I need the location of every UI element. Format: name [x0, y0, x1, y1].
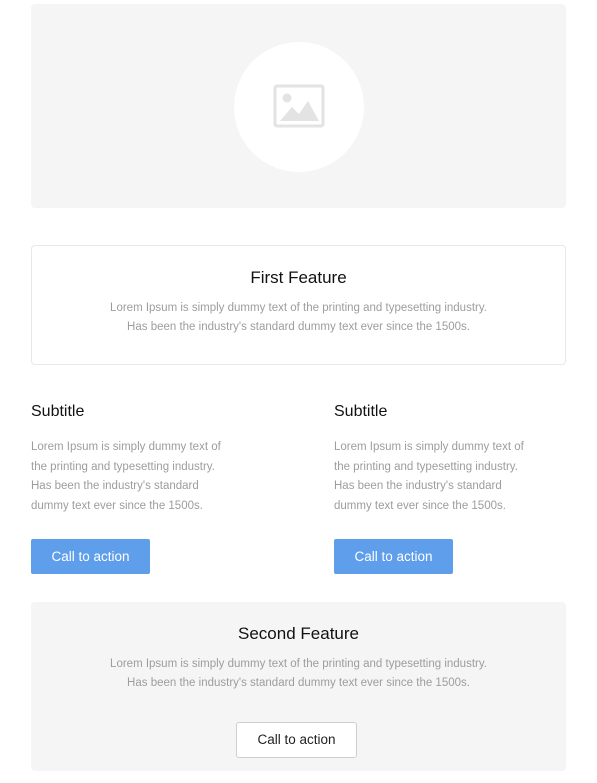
right-description-line: Lorem Ipsum is simply dummy text of: [334, 441, 524, 453]
hero-image-placeholder: [31, 4, 566, 208]
left-call-to-action-button[interactable]: Call to action: [31, 539, 150, 574]
first-feature-description: Lorem Ipsum is simply dummy text of the …: [32, 299, 565, 337]
right-description-line: Has been the industry's standard: [334, 480, 502, 492]
second-feature-description: Lorem Ipsum is simply dummy text of the …: [31, 655, 566, 693]
second-feature-line-1: Lorem Ipsum is simply dummy text of the …: [110, 658, 487, 670]
left-description-line: Lorem Ipsum is simply dummy text of: [31, 441, 221, 453]
right-subtitle: Subtitle: [334, 403, 388, 420]
second-feature-title: Second Feature: [238, 624, 359, 643]
first-feature-card: First Feature Lorem Ipsum is simply dumm…: [31, 245, 566, 365]
first-feature-line-1: Lorem Ipsum is simply dummy text of the …: [110, 302, 487, 314]
second-feature-call-to-action-button[interactable]: Call to action: [236, 722, 357, 758]
left-description-line: dummy text ever since the 1500s.: [31, 499, 203, 512]
second-feature-line-2: Has been the industry's standard dummy t…: [127, 677, 470, 689]
right-call-to-action-button[interactable]: Call to action: [334, 539, 453, 574]
right-description-line: the printing and typesetting industry.: [334, 460, 518, 473]
right-description-line: dummy text ever since the 1500s.: [334, 499, 506, 512]
left-description: Lorem Ipsum is simply dummy text of the …: [31, 438, 256, 516]
second-feature-panel: Second Feature Lorem Ipsum is simply dum…: [31, 602, 566, 771]
left-column: Subtitle Lorem Ipsum is simply dummy tex…: [31, 402, 256, 574]
hero-icon-circle: [234, 42, 364, 172]
left-description-line: Has been the industry's standard: [31, 480, 199, 492]
right-column: Subtitle Lorem Ipsum is simply dummy tex…: [334, 402, 559, 574]
first-feature-title: First Feature: [250, 268, 347, 287]
left-description-line: the printing and typesetting industry.: [31, 460, 215, 473]
left-subtitle: Subtitle: [31, 403, 85, 420]
first-feature-line-2: Has been the industry's standard dummy t…: [127, 321, 470, 333]
image-placeholder-icon: [273, 84, 325, 128]
right-description: Lorem Ipsum is simply dummy text of the …: [334, 438, 559, 516]
